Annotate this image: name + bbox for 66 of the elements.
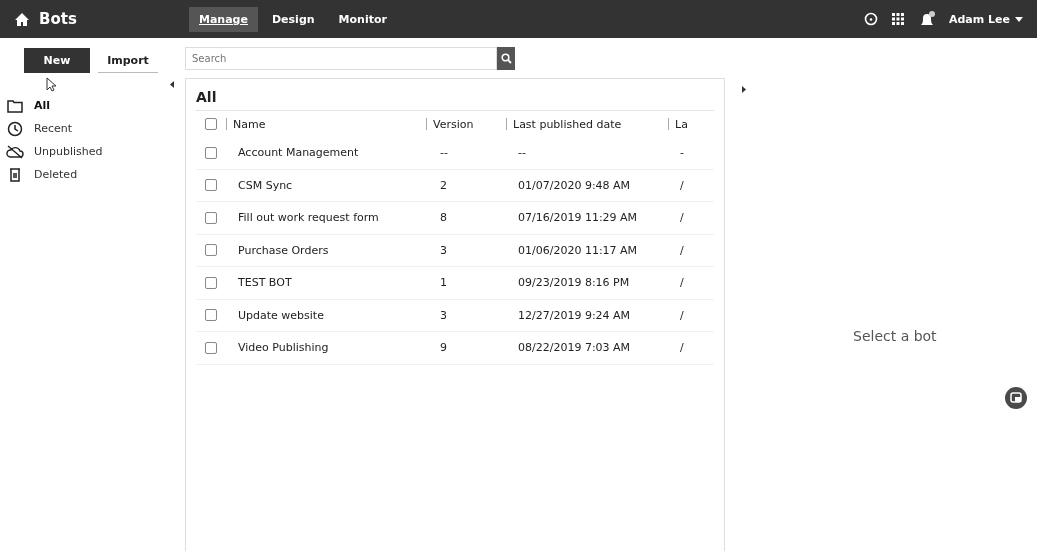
bot-name[interactable]: Account Management xyxy=(226,146,359,160)
cloud-off-icon xyxy=(6,144,24,159)
user-menu[interactable]: Adam Lee xyxy=(948,12,1010,26)
search-icon xyxy=(500,53,512,64)
row-checkbox[interactable] xyxy=(205,309,217,322)
app-title: Bots xyxy=(39,10,77,28)
table-cell-text: 12/27/2019 9:24 AM xyxy=(517,308,631,322)
caret-icon[interactable] xyxy=(1015,16,1023,22)
column-header[interactable]: Last published date xyxy=(513,117,622,131)
sidebar-item[interactable]: Recent xyxy=(34,122,73,135)
table-cell-text: 9 xyxy=(439,341,447,355)
bot-name[interactable]: Video Publishing xyxy=(226,341,329,355)
column-header[interactable]: La xyxy=(675,117,688,131)
row-checkbox[interactable] xyxy=(205,341,217,354)
expand-icon[interactable] xyxy=(742,86,746,93)
table-cell-text: 3 xyxy=(439,243,447,257)
table-cell-text: 01/07/2020 9:48 AM xyxy=(517,178,631,192)
table-cell-text: / xyxy=(679,211,684,225)
new-button[interactable]: New xyxy=(24,48,90,73)
table-cell-text: 07/16/2019 11:29 AM xyxy=(517,211,638,225)
table-cell-text: / xyxy=(679,308,684,322)
collapse-icon[interactable] xyxy=(170,81,174,88)
nav-tab[interactable]: Monitor xyxy=(328,6,397,32)
bot-name[interactable]: Fill out work request form xyxy=(226,211,379,225)
table-cell-text: 09/23/2019 8:16 PM xyxy=(517,276,630,290)
table-cell-text: - xyxy=(679,146,684,160)
search-field[interactable]: Search xyxy=(185,47,497,70)
nav-tab[interactable]: Design xyxy=(261,6,325,32)
table-cell-text: / xyxy=(679,341,684,355)
bot-name[interactable]: Update website xyxy=(226,308,324,322)
table-cell-text: 2 xyxy=(439,178,447,192)
clock-icon xyxy=(6,120,24,137)
sidebar-item[interactable]: Deleted xyxy=(34,168,78,181)
table-cell-text: 01/06/2020 11:17 AM xyxy=(517,243,638,257)
home-icon[interactable] xyxy=(14,11,30,27)
folder-icon xyxy=(6,98,24,113)
table-cell-text: 8 xyxy=(439,211,447,225)
column-header[interactable]: Name xyxy=(233,117,266,131)
select-all-checkbox[interactable] xyxy=(205,118,217,130)
search-button[interactable] xyxy=(497,47,515,70)
pointer-icon xyxy=(46,77,57,92)
empty-message: Select a bot xyxy=(853,328,937,344)
nav-tab[interactable]: Manage xyxy=(189,6,258,32)
table-cell-text: 1 xyxy=(439,276,447,290)
bot-name[interactable]: Purchase Orders xyxy=(226,243,329,257)
table-cell-text: -- xyxy=(439,146,448,160)
bot-name[interactable]: TEST BOT xyxy=(226,276,292,290)
sidebar-item[interactable]: All xyxy=(34,99,51,112)
bot-name[interactable]: CSM Sync xyxy=(226,178,293,192)
table-cell-text: 08/22/2019 7:03 AM xyxy=(517,341,631,355)
row-checkbox[interactable] xyxy=(205,276,217,289)
chat-icon[interactable] xyxy=(1005,387,1027,409)
grid-icon[interactable] xyxy=(890,12,905,26)
row-checkbox[interactable] xyxy=(205,179,217,192)
info-icon[interactable] xyxy=(863,12,878,26)
list-title: All xyxy=(196,89,218,105)
table-cell-text: -- xyxy=(517,146,526,160)
row-checkbox[interactable] xyxy=(205,211,217,224)
column-header[interactable]: Version xyxy=(433,117,474,131)
row-checkbox[interactable] xyxy=(205,244,217,257)
table-cell-text: / xyxy=(679,243,684,257)
table-cell-text: / xyxy=(679,178,684,192)
table-cell-text: 3 xyxy=(439,308,447,322)
table-cell-text: / xyxy=(679,276,684,290)
row-checkbox[interactable] xyxy=(205,146,217,159)
sidebar-item[interactable]: Unpublished xyxy=(34,145,103,158)
